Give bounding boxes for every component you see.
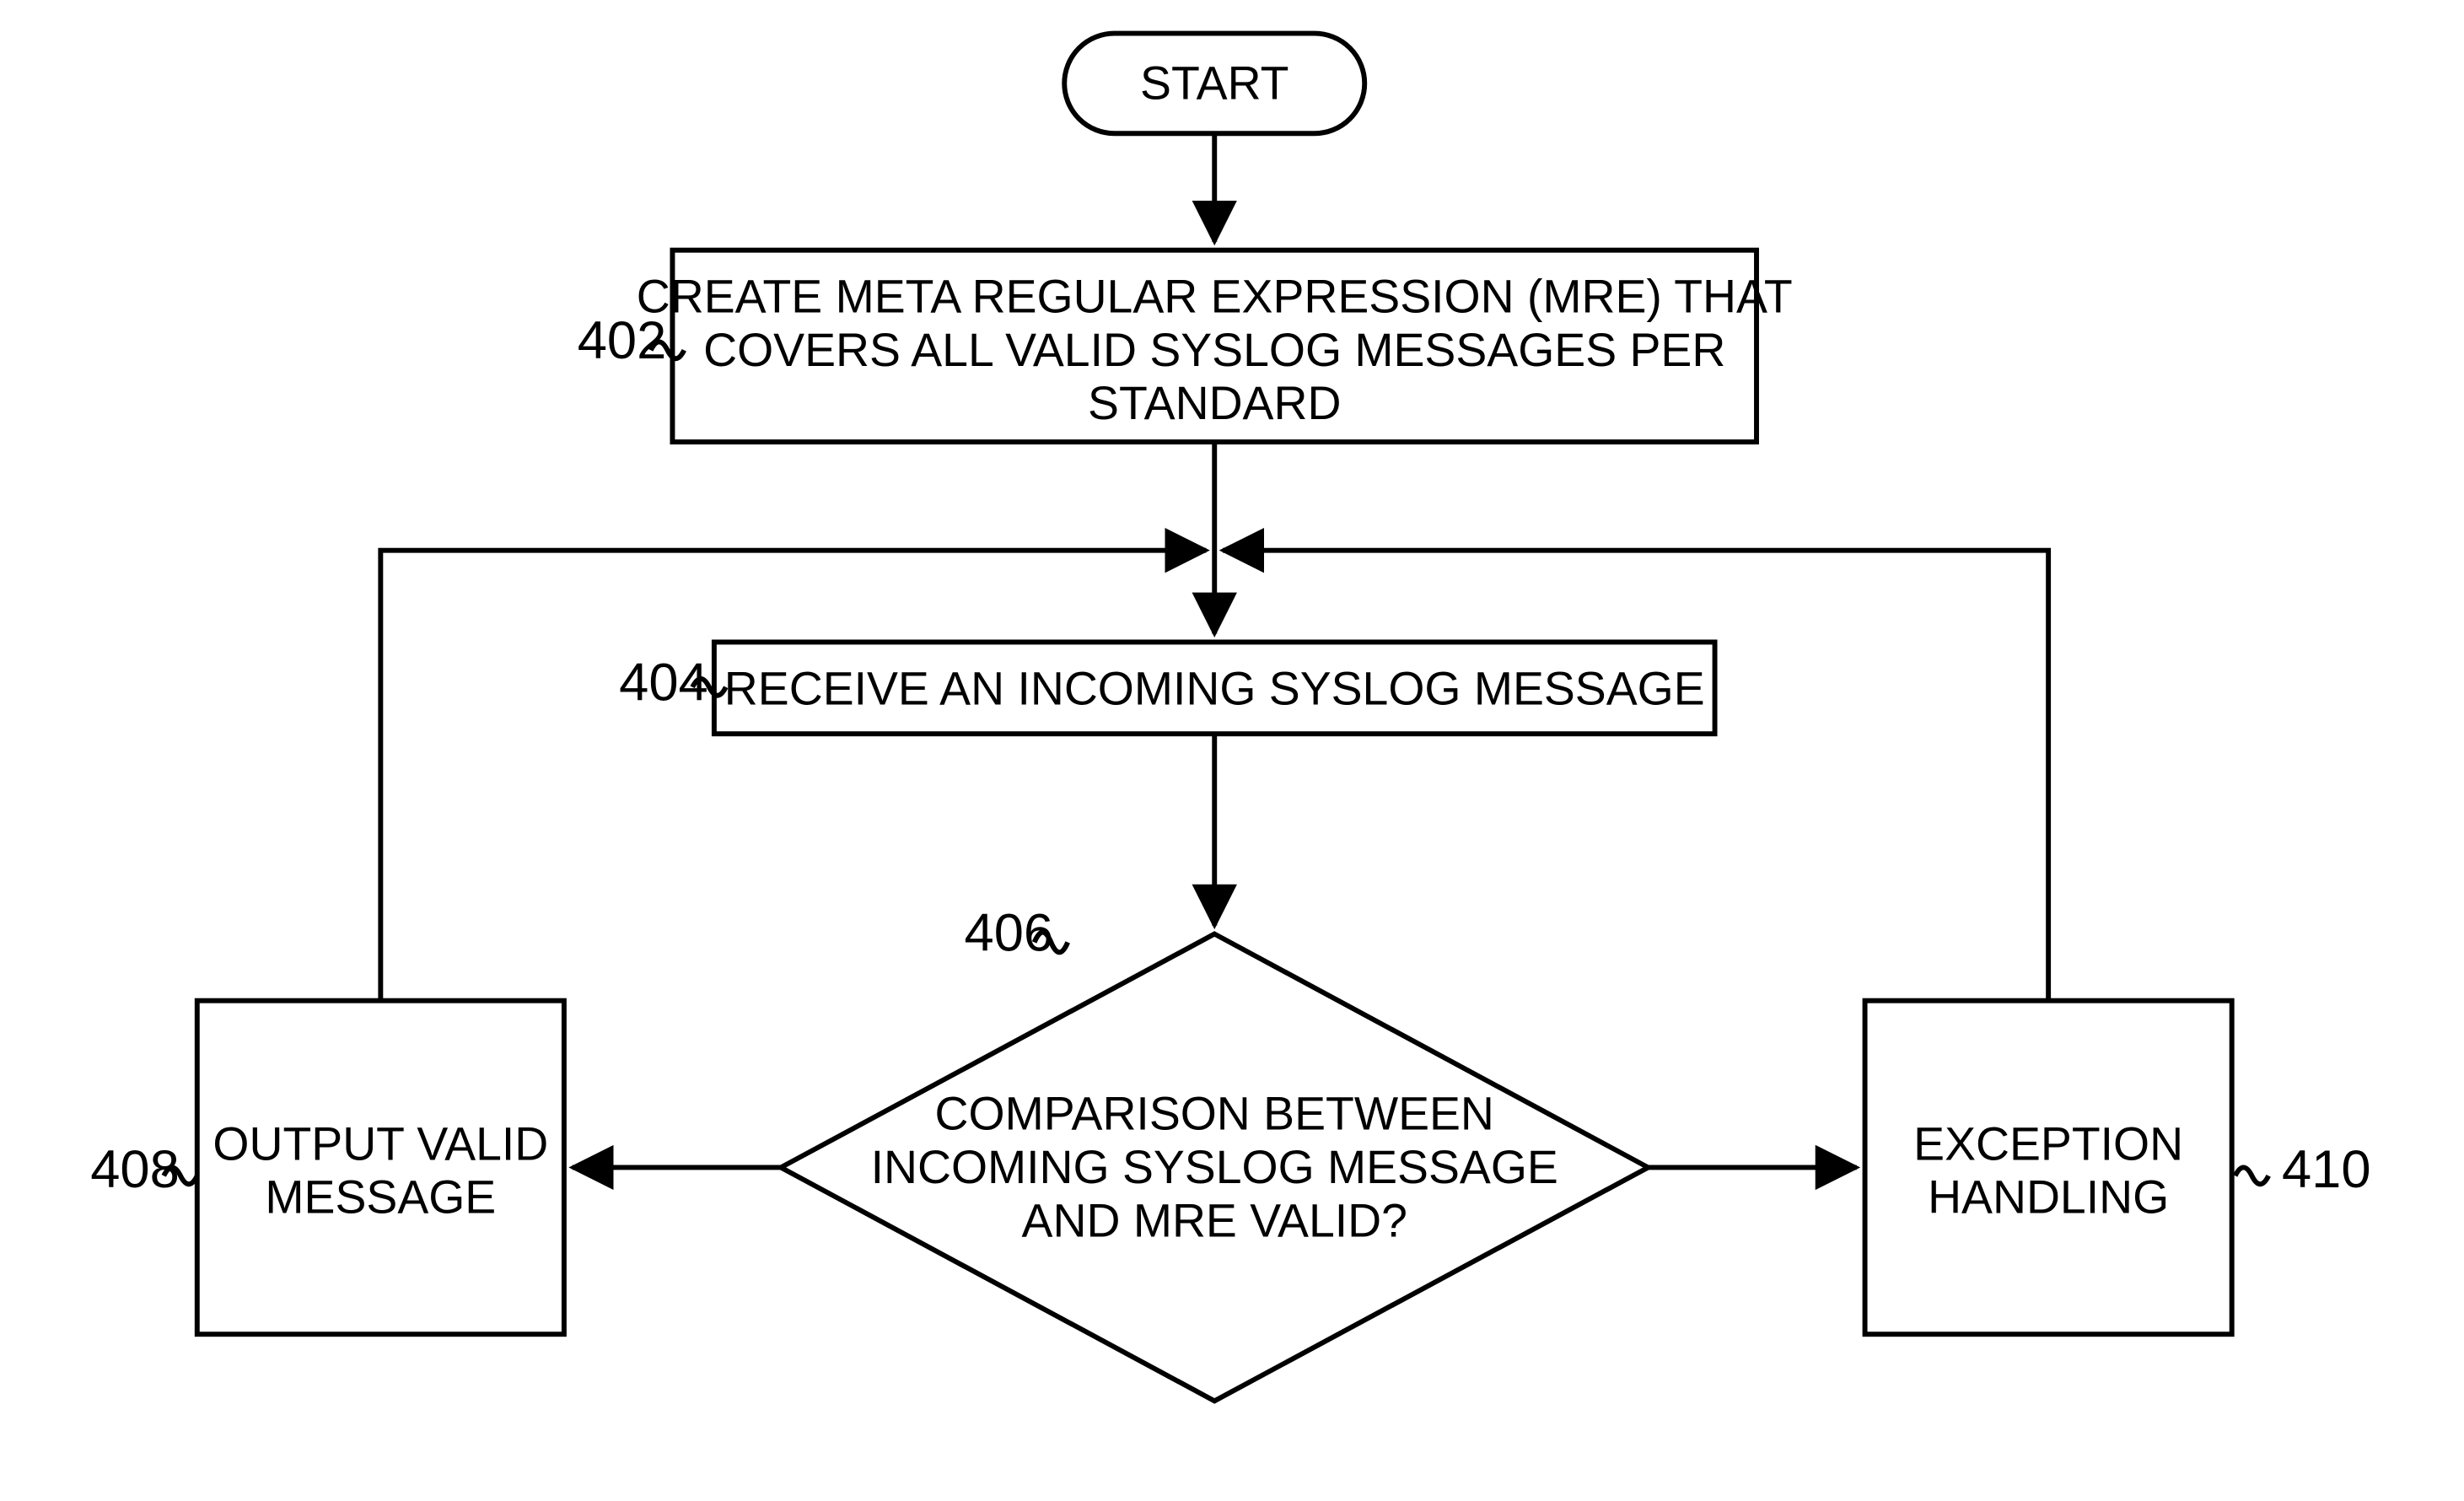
step-410-line1: EXCEPTION bbox=[1913, 1117, 2183, 1170]
decision-406-line3: AND MRE VALID? bbox=[1022, 1194, 1407, 1246]
decision-406-line2: INCOMING SYSLOG MESSAGE bbox=[871, 1141, 1558, 1193]
step-402-line1: CREATE META REGULAR EXPRESSION (MRE) THA… bbox=[637, 271, 1793, 323]
step-410-line2: HANDLING bbox=[1928, 1171, 2169, 1224]
start-label: START bbox=[1140, 56, 1288, 109]
start-node: START bbox=[1064, 34, 1364, 134]
flowchart-diagram: START CREATE META REGULAR EXPRESSION (MR… bbox=[0, 0, 2464, 1501]
arrow-410-feedback bbox=[1223, 551, 2048, 1001]
step-402-line2: COVERS ALL VALID SYSLOG MESSAGES PER bbox=[703, 324, 1725, 376]
step-408-box: OUTPUT VALID MESSAGE bbox=[197, 1001, 564, 1335]
decision-406-line1: COMPARISON BETWEEN bbox=[935, 1088, 1494, 1140]
step-402-box: CREATE META REGULAR EXPRESSION (MRE) THA… bbox=[637, 250, 1793, 442]
ref-402: 402 bbox=[578, 311, 667, 370]
arrow-408-feedback bbox=[380, 551, 1206, 1001]
step-402-line3: STANDARD bbox=[1088, 377, 1341, 429]
step-410-box: EXCEPTION HANDLING bbox=[1865, 1001, 2232, 1335]
step-404-box: RECEIVE AN INCOMING SYSLOG MESSAGE bbox=[714, 642, 1715, 734]
step-404-text: RECEIVE AN INCOMING SYSLOG MESSAGE bbox=[724, 662, 1705, 714]
ref-410: 410 bbox=[2282, 1140, 2371, 1199]
decision-406: COMPARISON BETWEEN INCOMING SYSLOG MESSA… bbox=[781, 934, 1648, 1401]
step-408-line2: MESSAGE bbox=[265, 1171, 496, 1224]
ref-410-squiggle bbox=[2235, 1167, 2269, 1184]
step-408-line1: OUTPUT VALID bbox=[213, 1117, 548, 1170]
